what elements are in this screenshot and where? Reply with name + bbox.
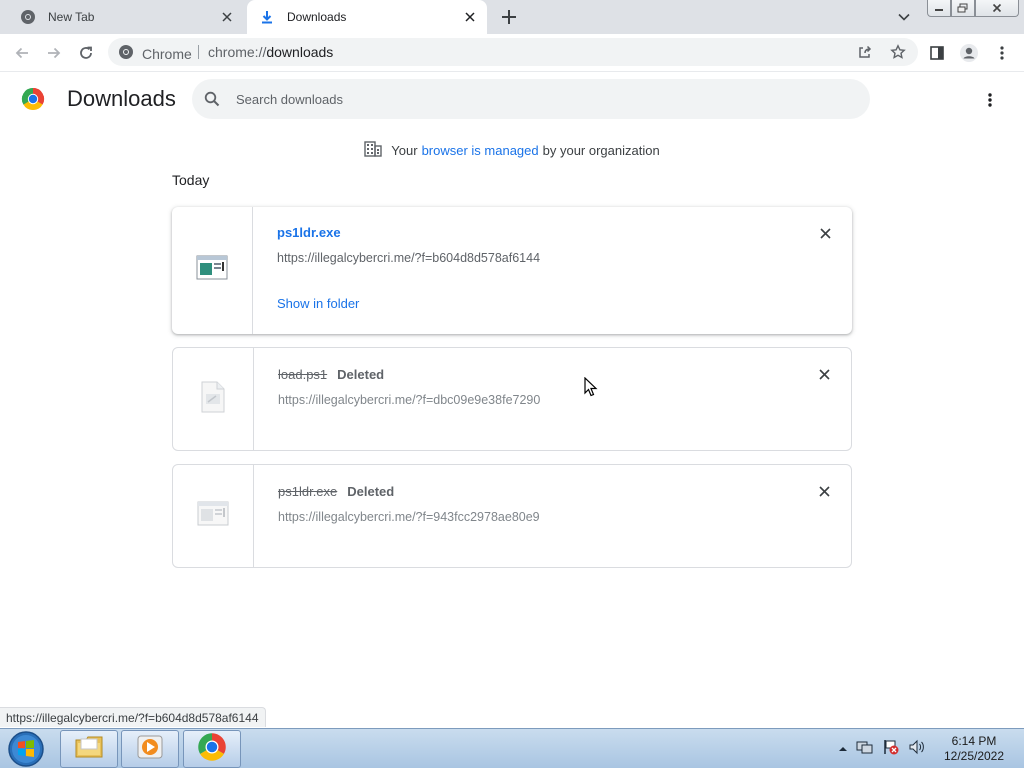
file-icon-column	[173, 465, 254, 567]
managed-notice: Your browser is managed by your organiza…	[0, 140, 1024, 160]
url-host: downloads	[266, 44, 334, 60]
profile-avatar-icon[interactable]	[959, 43, 979, 63]
file-url[interactable]: https://illegalcybercri.me/?f=b604d8d578…	[277, 251, 540, 265]
download-icon	[259, 9, 275, 25]
site-chip[interactable]: Chrome	[118, 44, 192, 63]
new-tab-button[interactable]	[500, 8, 518, 26]
clock-date: 12/25/2022	[943, 749, 1005, 763]
file-name-deleted: load.ps1	[278, 367, 328, 382]
show-hidden-icons-icon[interactable]	[838, 740, 848, 758]
remove-download-icon[interactable]	[818, 226, 832, 240]
restore-button[interactable]	[951, 0, 975, 17]
divider	[198, 45, 199, 59]
share-icon[interactable]	[857, 44, 873, 60]
link-status-bar: https://illegalcybercri.me/?f=b604d8d578…	[0, 707, 266, 727]
tab-downloads[interactable]: Downloads	[247, 0, 487, 34]
managed-link[interactable]: browser is managed	[422, 143, 539, 158]
chevron-down-icon[interactable]	[897, 10, 911, 24]
address-bar[interactable]: Chrome chrome://downloads	[108, 38, 918, 66]
tab-strip: New Tab Downloads	[0, 0, 1024, 34]
file-name-link[interactable]: ps1ldr.exe	[277, 225, 341, 240]
network-icon[interactable]	[856, 739, 874, 760]
remove-download-icon[interactable]	[817, 484, 831, 498]
close-tab-icon[interactable]	[463, 10, 477, 24]
building-icon	[364, 140, 382, 160]
download-item: ps1ldr.exe Deleted https://illegalcybercr…	[172, 464, 852, 568]
back-button[interactable]	[11, 42, 33, 64]
download-item: ps1ldr.exe https://illegalcybercri.me/?f…	[172, 207, 852, 334]
more-actions-icon[interactable]	[980, 90, 1000, 110]
reload-button[interactable]	[75, 42, 97, 64]
tab-label: Downloads	[287, 10, 347, 24]
file-name-deleted: ps1ldr.exe	[278, 484, 338, 499]
media-player-icon	[136, 734, 164, 765]
close-window-button[interactable]	[975, 0, 1019, 17]
file-icon-column	[172, 207, 253, 334]
file-name: ps1ldr.exe Deleted	[278, 484, 394, 499]
file-icon-column	[173, 348, 254, 450]
url-scheme: chrome://	[208, 44, 267, 60]
managed-suffix: by your organization	[542, 142, 660, 158]
show-in-folder-link[interactable]: Show in folder	[277, 296, 359, 311]
start-button[interactable]	[6, 730, 46, 768]
file-name: load.ps1 Deleted	[278, 367, 384, 382]
taskbar-chrome-button[interactable]	[183, 730, 241, 768]
action-center-flag-icon[interactable]	[882, 739, 900, 760]
remove-download-icon[interactable]	[817, 367, 831, 381]
exe-file-icon	[197, 500, 229, 533]
search-box[interactable]	[192, 79, 870, 119]
star-icon[interactable]	[890, 44, 906, 60]
script-file-icon	[200, 381, 226, 418]
tab-new-tab[interactable]: New Tab	[8, 0, 244, 34]
page-title: Downloads	[67, 86, 176, 111]
status-label: Deleted	[337, 367, 385, 382]
taskbar-media-player-button[interactable]	[121, 730, 179, 768]
site-label: Chrome	[142, 45, 192, 62]
downloads-header: Downloads	[0, 72, 1024, 128]
side-panel-icon[interactable]	[927, 43, 947, 63]
volume-icon[interactable]	[908, 739, 926, 760]
status-label: Deleted	[347, 484, 395, 499]
tab-label: New Tab	[48, 10, 95, 24]
minimize-button[interactable]	[927, 0, 951, 17]
close-tab-icon[interactable]	[220, 10, 234, 24]
url-text[interactable]: chrome://downloads	[208, 44, 333, 60]
file-name: ps1ldr.exe	[277, 225, 341, 240]
file-url[interactable]: https://illegalcybercri.me/?f=dbc09e9e38…	[278, 393, 540, 407]
system-tray	[838, 729, 926, 768]
chrome-icon	[20, 9, 36, 25]
taskbar-clock[interactable]: 6:14 PM 12/25/2022	[938, 734, 1010, 764]
browser-menu-icon[interactable]	[992, 43, 1012, 63]
window-controls	[927, 0, 1019, 18]
forward-button[interactable]	[43, 42, 65, 64]
chrome-logo-icon	[21, 87, 45, 111]
search-icon	[204, 91, 220, 107]
file-url[interactable]: https://illegalcybercri.me/?f=943fcc2978…	[278, 510, 540, 524]
exe-file-icon	[196, 254, 228, 287]
browser-toolbar: Chrome chrome://downloads	[0, 34, 1024, 72]
download-item: load.ps1 Deleted https://illegalcybercri.…	[172, 347, 852, 451]
chrome-icon	[197, 732, 227, 767]
chrome-icon	[118, 44, 134, 63]
managed-prefix: Your	[391, 142, 418, 158]
folder-icon	[74, 734, 104, 765]
windows-taskbar: 6:14 PM 12/25/2022	[0, 728, 1024, 768]
clock-time: 6:14 PM	[951, 734, 997, 748]
taskbar-explorer-button[interactable]	[60, 730, 118, 768]
mouse-cursor-icon	[584, 376, 598, 397]
date-heading: Today	[172, 172, 210, 188]
search-input[interactable]	[236, 89, 836, 109]
